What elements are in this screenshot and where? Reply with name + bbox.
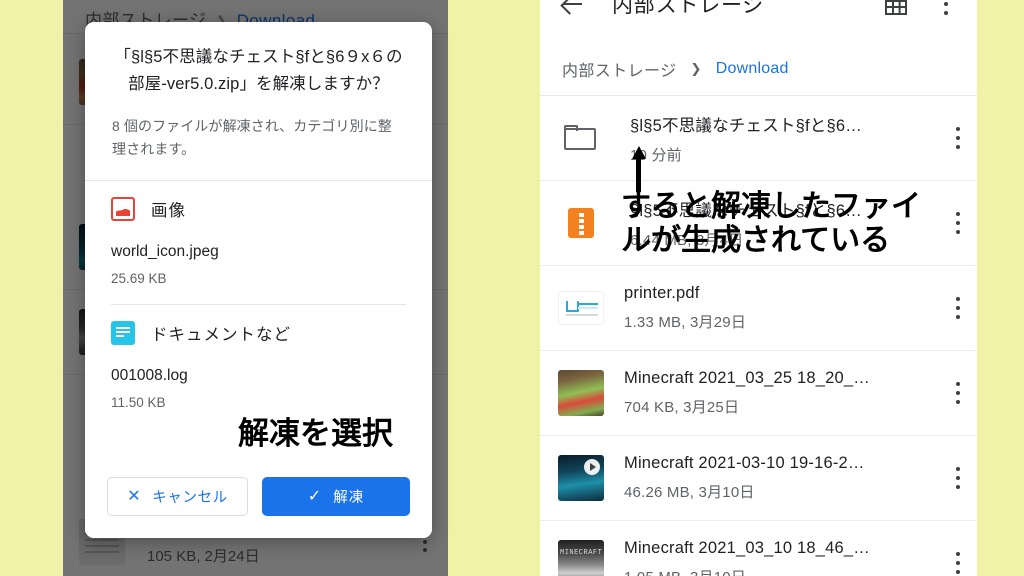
category-image-label: 画像 bbox=[151, 202, 186, 221]
row-meta: 46.26 MB, 3月10日 bbox=[624, 484, 755, 501]
cancel-button[interactable]: ✕ キャンセル bbox=[107, 477, 248, 516]
row-overflow-icon[interactable] bbox=[939, 551, 977, 575]
table-row[interactable]: MINECRAFT Minecraft 2021_03_10 18_46_… 1… bbox=[540, 521, 977, 576]
video-thumbnail bbox=[558, 455, 604, 501]
row-name: §l§5不思議なチェスト§fと§6… bbox=[630, 201, 862, 220]
right-appbar-title: 内部ストレージ bbox=[612, 0, 765, 17]
row-texts: §l§5不思議なチェスト§fと§6… 10 分前 bbox=[630, 112, 939, 165]
image-thumbnail bbox=[558, 370, 604, 416]
right-phone-panel: 内部ストレージ 内部ストレージ ❯ Download §l§5不思議なチェスト§… bbox=[540, 0, 977, 576]
row-meta: 6.44 MB, 3月4日 bbox=[630, 231, 744, 249]
play-icon bbox=[584, 459, 600, 475]
folder-icon bbox=[564, 124, 598, 152]
row-meta: 1.05 MB, 3月10日 bbox=[624, 566, 939, 576]
row-name: printer.pdf bbox=[624, 284, 700, 302]
row-meta: 10 分前 bbox=[630, 146, 682, 164]
table-row[interactable]: §l§5不思議なチェスト§fと§6… 6.44 MB, 3月4日 bbox=[540, 181, 977, 266]
dialog-subtitle: 8 個のファイルが解凍され、カテゴリ別に整理されます。 bbox=[112, 118, 392, 157]
zip-icon bbox=[568, 208, 594, 238]
extract-button[interactable]: ✓ 解凍 bbox=[262, 477, 410, 516]
category-image-file-size: 25.69 KB bbox=[111, 271, 167, 287]
row-name: Minecraft 2021-03-10 19-16-2… bbox=[624, 454, 865, 472]
overflow-menu-icon[interactable] bbox=[933, 0, 959, 16]
row-name: Minecraft 2021_03_25 18_20_… bbox=[624, 369, 870, 387]
right-breadcrumb-separator-icon: ❯ bbox=[690, 60, 702, 76]
category-image: 画像 world_icon.jpeg 25.69 KB bbox=[85, 181, 432, 286]
category-document-file-size: 11.50 KB bbox=[111, 395, 166, 411]
dialog-body[interactable]: 画像 world_icon.jpeg 25.69 KB ドキュメントなど 001… bbox=[85, 181, 432, 461]
extract-button-label: 解凍 bbox=[333, 490, 365, 506]
category-document-label: ドキュメントなど bbox=[151, 326, 291, 345]
dialog-title: 「§l§5不思議なチェスト§fと§6９x６の部屋-ver5.0.zip」を解凍し… bbox=[114, 48, 403, 93]
row-name: Minecraft 2021_03_10 18_46_… bbox=[624, 539, 870, 557]
right-breadcrumb: 内部ストレージ ❯ Download bbox=[562, 57, 789, 81]
row-texts: Minecraft 2021_03_10 18_46_… 1.05 MB, 3月… bbox=[624, 539, 939, 576]
category-document-file-name: 001008.log bbox=[111, 367, 188, 385]
table-row[interactable]: Minecraft 2021_03_25 18_20_… 704 KB, 3月2… bbox=[540, 351, 977, 436]
row-overflow-icon[interactable] bbox=[939, 381, 977, 405]
right-breadcrumb-current[interactable]: Download bbox=[716, 60, 789, 78]
thumbnail-caption: MINECRAFT bbox=[560, 549, 603, 557]
dialog-header: 「§l§5不思議なチェスト§fと§6９x６の部屋-ver5.0.zip」を解凍し… bbox=[85, 22, 432, 180]
category-image-file-name: world_icon.jpeg bbox=[111, 243, 219, 261]
cancel-button-label: キャンセル bbox=[152, 490, 228, 506]
row-meta: 1.33 MB, 3月29日 bbox=[624, 314, 747, 331]
row-overflow-icon[interactable] bbox=[939, 296, 977, 320]
right-appbar: 内部ストレージ bbox=[540, 0, 977, 30]
image-icon bbox=[111, 197, 135, 222]
row-meta: 704 KB, 3月25日 bbox=[624, 399, 740, 416]
row-overflow-icon[interactable] bbox=[939, 211, 977, 235]
grid-view-icon[interactable] bbox=[885, 0, 907, 15]
table-row[interactable]: Minecraft 2021-03-10 19-16-2… 46.26 MB, … bbox=[540, 436, 977, 521]
right-breadcrumb-bar: 内部ストレージ ❯ Download bbox=[540, 42, 977, 96]
pdf-icon bbox=[558, 291, 604, 325]
row-overflow-icon[interactable] bbox=[939, 126, 977, 150]
check-icon: ✓ bbox=[307, 487, 323, 505]
category-image-header: 画像 bbox=[111, 197, 406, 222]
right-breadcrumb-root[interactable]: 内部ストレージ bbox=[562, 57, 676, 81]
table-row[interactable]: §l§5不思議なチェスト§fと§6… 10 分前 bbox=[540, 96, 977, 181]
row-texts: Minecraft 2021_03_25 18_20_… 704 KB, 3月2… bbox=[624, 369, 939, 417]
image-thumbnail: MINECRAFT bbox=[558, 540, 604, 576]
right-file-list[interactable]: §l§5不思議なチェスト§fと§6… 10 分前 §l§5不思議なチェスト§fと… bbox=[540, 96, 977, 576]
back-arrow-icon[interactable] bbox=[560, 0, 586, 17]
close-icon: ✕ bbox=[127, 487, 142, 505]
category-document-header: ドキュメントなど bbox=[111, 321, 406, 346]
row-texts: §l§5不思議なチェスト§fと§6… 6.44 MB, 3月4日 bbox=[630, 197, 939, 250]
table-row[interactable]: printer.pdf 1.33 MB, 3月29日 bbox=[540, 266, 977, 351]
row-texts: Minecraft 2021-03-10 19-16-2… 46.26 MB, … bbox=[624, 454, 939, 502]
dialog-actions: ✕ キャンセル ✓ 解凍 bbox=[85, 461, 432, 538]
annotation-arrow-icon bbox=[632, 146, 646, 192]
document-icon bbox=[111, 321, 135, 346]
row-texts: printer.pdf 1.33 MB, 3月29日 bbox=[624, 284, 939, 332]
row-overflow-icon[interactable] bbox=[939, 466, 977, 490]
category-document: ドキュメントなど 001008.log 11.50 KB bbox=[85, 305, 432, 410]
extract-confirmation-dialog: 「§l§5不思議なチェスト§fと§6９x６の部屋-ver5.0.zip」を解凍し… bbox=[85, 22, 432, 538]
row-name: §l§5不思議なチェスト§fと§6… bbox=[630, 116, 862, 135]
screenshot-stage: 内部ストレージ ❯ Download bbox=[0, 0, 1024, 576]
